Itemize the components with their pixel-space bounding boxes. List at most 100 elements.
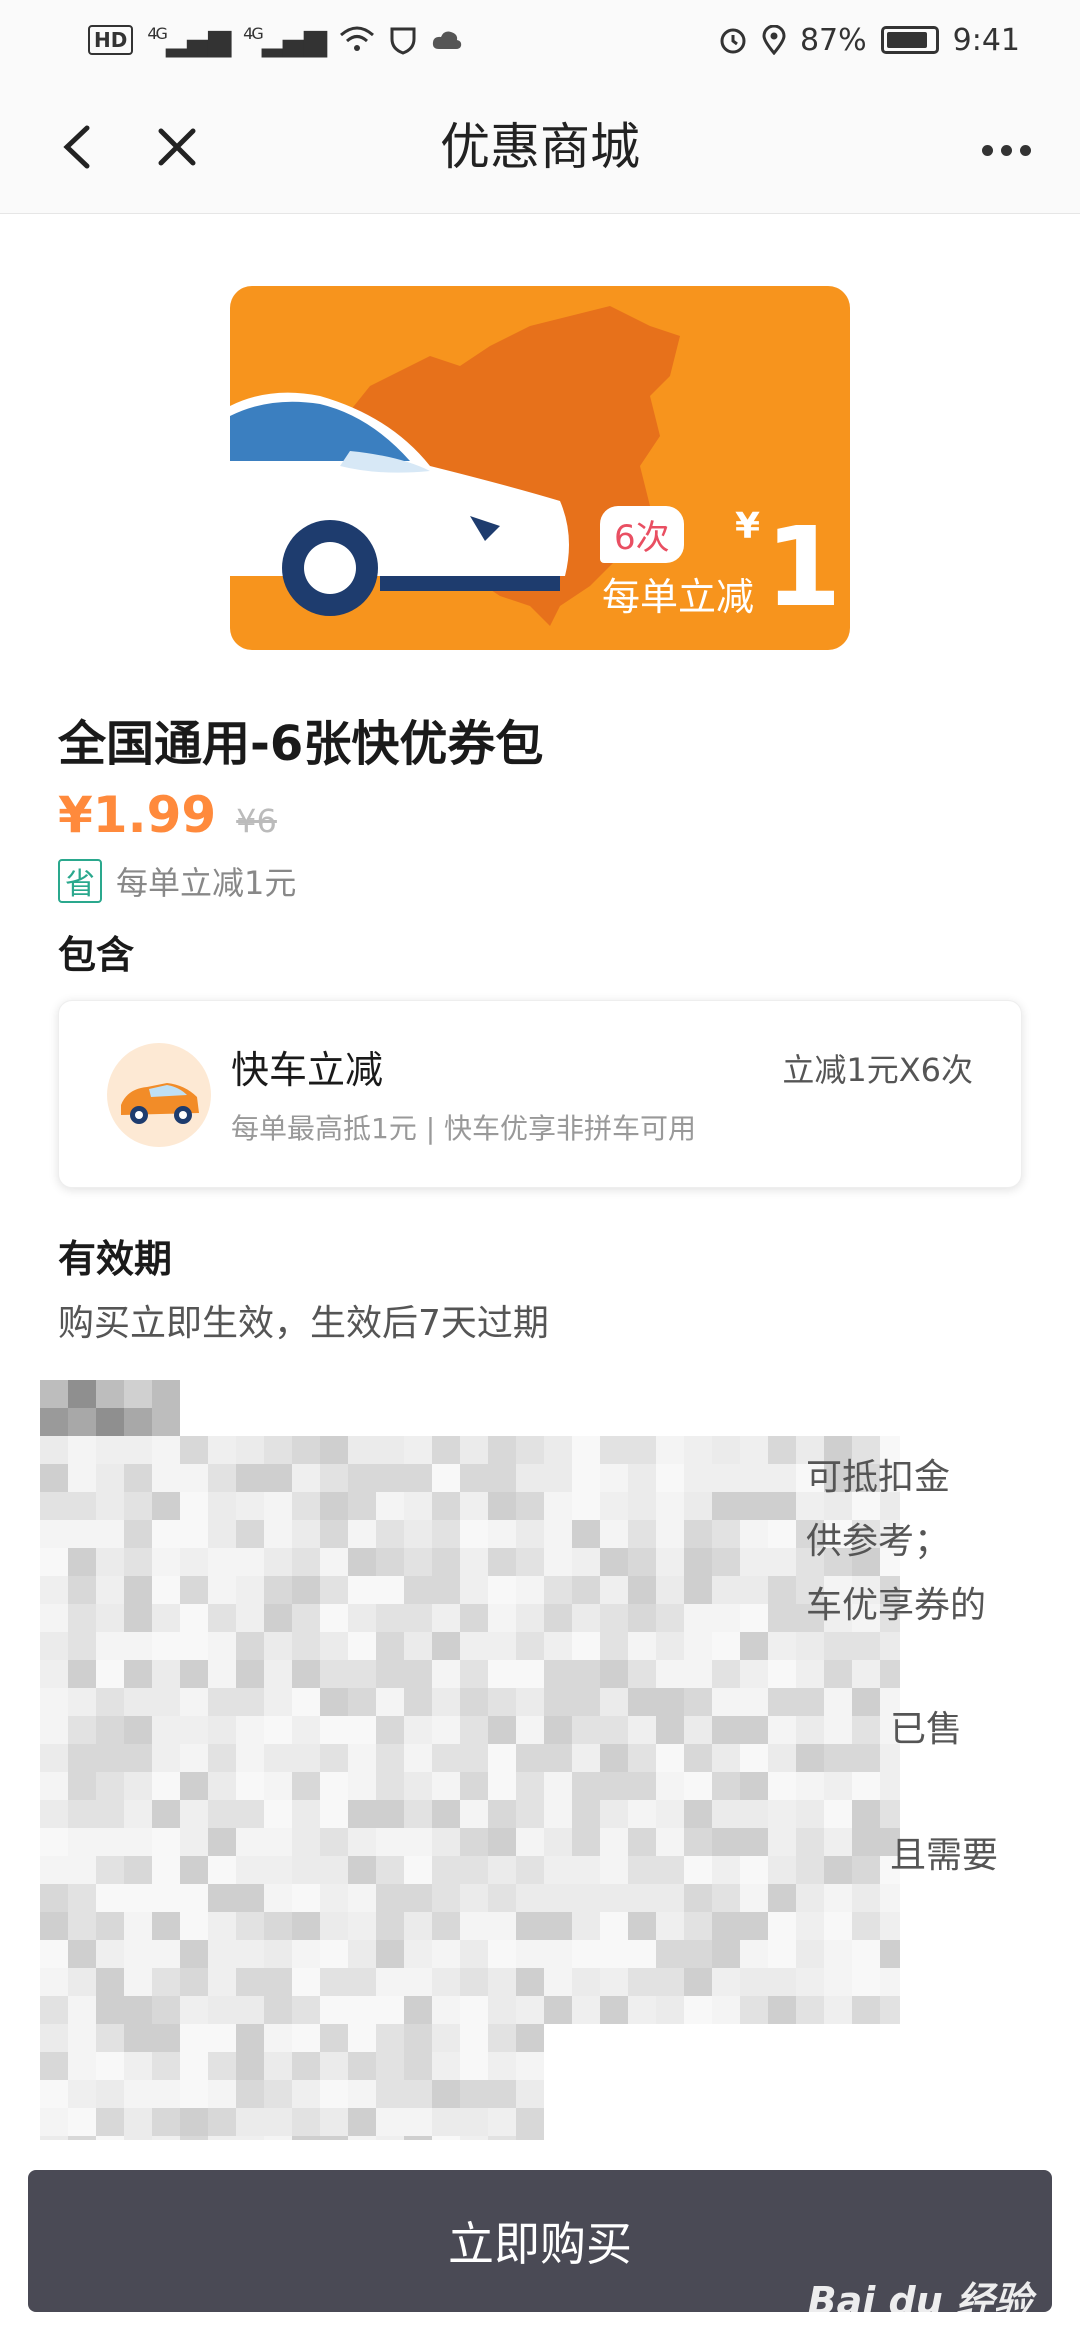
mosaic-cell bbox=[124, 1996, 152, 2024]
mosaic-cell bbox=[264, 1436, 292, 1464]
close-button[interactable] bbox=[142, 112, 212, 182]
mosaic-cell bbox=[320, 1716, 348, 1744]
mosaic-cell bbox=[292, 1800, 320, 1828]
mosaic-cell bbox=[712, 1912, 740, 1940]
mosaic-cell bbox=[628, 1968, 656, 1996]
mosaic-cell bbox=[768, 1548, 796, 1576]
mosaic-cell bbox=[768, 1940, 796, 1968]
mosaic-cell bbox=[236, 1632, 264, 1660]
mosaic-cell bbox=[432, 2080, 460, 2108]
mosaic-cell bbox=[40, 1772, 68, 1800]
mosaic-cell bbox=[796, 1828, 824, 1856]
validity-label: 有效期 bbox=[58, 1237, 173, 1281]
mosaic-cell bbox=[432, 1660, 460, 1688]
mosaic-cell bbox=[208, 1968, 236, 1996]
mosaic-cell bbox=[208, 1912, 236, 1940]
mosaic-cell bbox=[544, 1548, 572, 1576]
mosaic-cell bbox=[376, 1604, 404, 1632]
mosaic-cell bbox=[544, 1772, 572, 1800]
mosaic-cell bbox=[320, 1940, 348, 1968]
mosaic-cell bbox=[264, 1632, 292, 1660]
mosaic-cell bbox=[740, 1660, 768, 1688]
mosaic-cell bbox=[600, 1968, 628, 1996]
mosaic-cell bbox=[712, 1996, 740, 2024]
mosaic-cell bbox=[40, 1744, 68, 1772]
mosaic-cell bbox=[236, 1492, 264, 1520]
mosaic-cell bbox=[572, 1828, 600, 1856]
mosaic-cell bbox=[208, 2052, 236, 2080]
mosaic-cell bbox=[152, 1856, 180, 1884]
mosaic-cell bbox=[264, 1464, 292, 1492]
mosaic-cell bbox=[600, 1800, 628, 1828]
mosaic-cell bbox=[600, 1744, 628, 1772]
signal-icon: 4G▂▄▆ bbox=[147, 22, 231, 58]
mosaic-cell bbox=[68, 1464, 96, 1492]
mosaic-cell bbox=[824, 1632, 852, 1660]
mosaic-cell bbox=[124, 1912, 152, 1940]
mosaic-cell bbox=[40, 1548, 68, 1576]
mosaic-cell bbox=[516, 1548, 544, 1576]
more-button[interactable] bbox=[966, 120, 1046, 180]
product-title: 全国通用-6张快优券包 bbox=[58, 716, 544, 772]
mosaic-cell bbox=[376, 1884, 404, 1912]
mosaic-cell bbox=[68, 1380, 96, 1408]
mosaic-cell bbox=[180, 1940, 208, 1968]
mosaic-cell bbox=[572, 1436, 600, 1464]
mosaic-cell bbox=[684, 1660, 712, 1688]
mosaic-cell bbox=[656, 1744, 684, 1772]
mosaic-cell bbox=[796, 1884, 824, 1912]
mosaic-cell bbox=[236, 1464, 264, 1492]
mosaic-cell bbox=[264, 1548, 292, 1576]
mosaic-cell bbox=[320, 1632, 348, 1660]
mosaic-cell bbox=[180, 2052, 208, 2080]
mosaic-cell bbox=[768, 1436, 796, 1464]
mosaic-cell bbox=[292, 1968, 320, 1996]
mosaic-cell bbox=[124, 1940, 152, 1968]
mosaic-cell bbox=[124, 1660, 152, 1688]
mosaic-cell bbox=[544, 1576, 572, 1604]
mosaic-cell bbox=[432, 1772, 460, 1800]
mosaic-cell bbox=[152, 1912, 180, 1940]
mosaic-cell bbox=[236, 1828, 264, 1856]
mosaic-cell bbox=[460, 1968, 488, 1996]
mosaic-cell bbox=[572, 1604, 600, 1632]
mosaic-cell bbox=[516, 2108, 544, 2136]
mosaic-cell bbox=[96, 1772, 124, 1800]
mosaic-cell bbox=[180, 1856, 208, 1884]
coupon-description: 每单最高抵1元 | 快车优享非拼车可用 bbox=[231, 1112, 697, 1145]
mosaic-cell bbox=[68, 1408, 96, 1436]
mosaic-cell bbox=[152, 1464, 180, 1492]
mosaic-cell bbox=[572, 1520, 600, 1548]
mosaic-cell bbox=[516, 1464, 544, 1492]
mosaic-cell bbox=[404, 1576, 432, 1604]
mosaic-cell bbox=[852, 1912, 880, 1940]
car-icon bbox=[107, 1043, 211, 1147]
mosaic-cell bbox=[152, 1408, 180, 1436]
mosaic-cell bbox=[460, 1660, 488, 1688]
mosaic-cell bbox=[320, 1772, 348, 1800]
mosaic-cell bbox=[208, 1688, 236, 1716]
mosaic-cell bbox=[236, 1716, 264, 1744]
mosaic-cell bbox=[320, 2052, 348, 2080]
mosaic-cell bbox=[376, 1912, 404, 1940]
mosaic-cell bbox=[656, 1996, 684, 2024]
mosaic-cell bbox=[236, 1772, 264, 1800]
mosaic-cell bbox=[208, 1996, 236, 2024]
mosaic-cell bbox=[516, 2052, 544, 2080]
mosaic-cell bbox=[488, 1996, 516, 2024]
back-button[interactable] bbox=[42, 112, 112, 182]
mosaic-cell bbox=[124, 1604, 152, 1632]
mosaic-cell bbox=[292, 1940, 320, 1968]
mosaic-cell bbox=[152, 2080, 180, 2108]
mosaic-cell bbox=[572, 1968, 600, 1996]
mosaic-cell bbox=[656, 1800, 684, 1828]
mosaic-cell bbox=[348, 1940, 376, 1968]
mosaic-cell bbox=[236, 1548, 264, 1576]
mosaic-cell bbox=[404, 1828, 432, 1856]
mosaic-cell bbox=[40, 1856, 68, 1884]
mosaic-cell bbox=[292, 1492, 320, 1520]
mosaic-cell bbox=[348, 1604, 376, 1632]
mosaic-cell bbox=[656, 1772, 684, 1800]
mosaic-cell bbox=[376, 1632, 404, 1660]
mosaic-cell bbox=[264, 1800, 292, 1828]
